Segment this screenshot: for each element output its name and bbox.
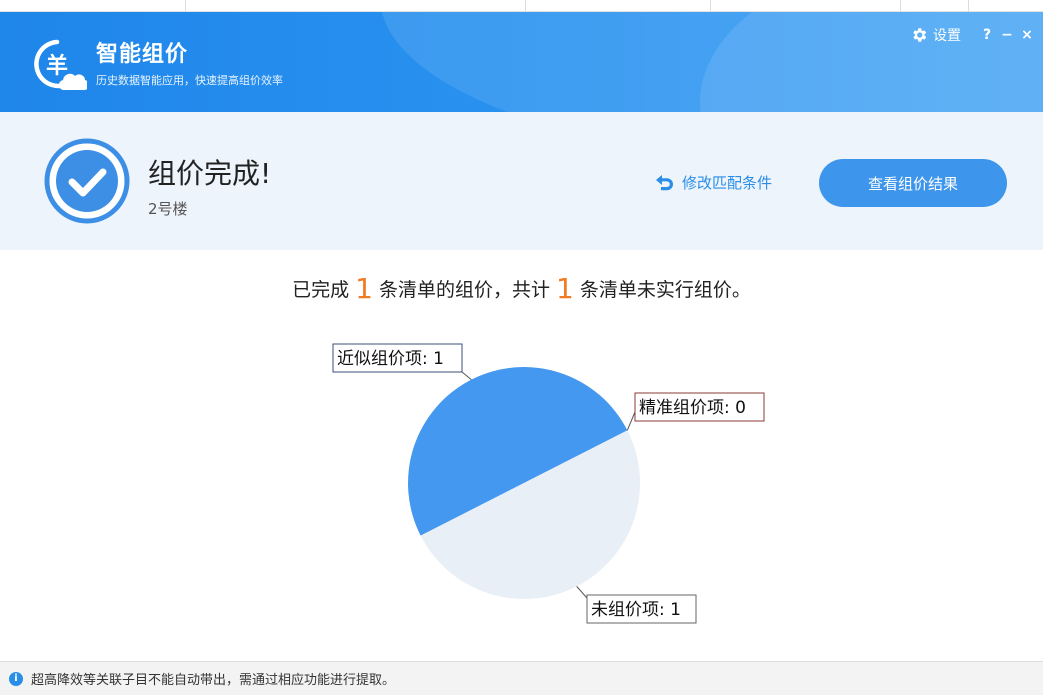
window-controls: 设置 ? − × (910, 24, 1037, 46)
strip-divider (900, 0, 901, 12)
strip-divider (710, 0, 711, 12)
done-count: 1 (355, 272, 373, 305)
modify-match-link[interactable]: 修改匹配条件 (654, 172, 772, 193)
settings-button[interactable]: 设置 (910, 25, 961, 45)
minimize-button[interactable]: − (997, 27, 1017, 43)
close-button[interactable]: × (1017, 27, 1037, 43)
pie-label: 未组价项: 1 (591, 600, 681, 620)
pending-count: 1 (556, 272, 574, 305)
label-leader-line (626, 411, 636, 431)
summary-part1: 已完成 (292, 279, 350, 301)
label-leader-line (576, 586, 588, 599)
pie-label: 近似组价项: 1 (337, 349, 444, 369)
settings-label: 设置 (933, 28, 961, 44)
undo-icon (656, 174, 673, 190)
info-icon: i (9, 671, 23, 686)
help-button[interactable]: ? (977, 27, 997, 43)
svg-text:羊: 羊 (46, 53, 68, 79)
app-logo-icon: 羊 (34, 39, 87, 91)
strip-divider (968, 0, 969, 12)
status-banner: 组价完成! 2号楼 修改匹配条件 查看组价结果 (0, 112, 1043, 250)
strip-divider (185, 0, 186, 12)
gear-icon (913, 28, 927, 42)
app-header: 羊 智能组价 历史数据智能应用，快速提高组价效率 设置 ? − × (0, 12, 1043, 112)
footer-notice: i 超高降效等关联子目不能自动带出，需通过相应功能进行提取。 (0, 661, 1043, 695)
check-circle-icon (44, 138, 130, 224)
pie-label: 精准组价项: 0 (639, 398, 746, 418)
app-subtitle: 历史数据智能应用，快速提高组价效率 (96, 74, 283, 87)
completion-title: 组价完成! (148, 157, 272, 190)
pie-chart: 近似组价项: 1 精准组价项: 0 未组价项: 1 (332, 343, 765, 624)
strip-divider (525, 0, 526, 12)
top-strip (0, 0, 1043, 12)
view-results-button[interactable]: 查看组价结果 (819, 159, 1007, 207)
summary-part2: 条清单的组价，共计 (378, 279, 550, 301)
label-leader-line (461, 371, 472, 381)
footer-notice-text: 超高降效等关联子目不能自动带出，需通过相应功能进行提取。 (31, 673, 396, 688)
summary-text: 已完成 1 条清单的组价，共计 1 条清单未实行组价。 (0, 272, 1043, 305)
app-title: 智能组价 (96, 42, 189, 67)
summary-part3: 条清单未实行组价。 (579, 279, 751, 301)
modify-match-label: 修改匹配条件 (682, 174, 773, 192)
building-name: 2号楼 (148, 200, 188, 218)
